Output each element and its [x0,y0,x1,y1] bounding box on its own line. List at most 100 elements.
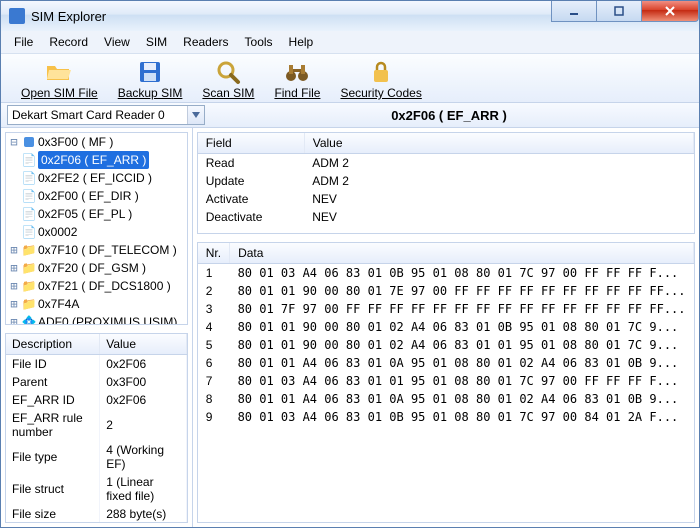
property-row[interactable]: EF_ARR ID0x2F06 [6,391,186,409]
property-value: 1 (Linear fixed file) [100,473,187,505]
tree-df-telecom[interactable]: ⊞📁0x7F10 ( DF_TELECOM ) [6,241,187,259]
folder-icon: 📁 [22,279,36,293]
binoculars-icon [283,59,311,85]
expand-icon[interactable]: ⊞ [8,277,20,295]
record-nr: 6 [198,354,230,372]
property-key: Parent [6,373,100,391]
record-nr: 8 [198,390,230,408]
record-row[interactable]: 880 01 01 A4 06 83 01 0A 95 01 08 80 01 … [198,390,694,408]
record-nr: 1 [198,264,230,283]
props-col-description[interactable]: Description [6,334,100,355]
property-key: File struct [6,473,100,505]
property-value: 0x2F06 [100,391,187,409]
app-icon [9,8,25,24]
property-key: File type [6,441,100,473]
property-row[interactable]: EF_ARR rule number2 [6,409,186,441]
fields-col-value[interactable]: Value [304,133,693,154]
record-row[interactable]: 580 01 01 90 00 80 01 02 A4 06 83 01 01 … [198,336,694,354]
scan-sim-button[interactable]: Scan SIM [192,56,264,102]
maximize-icon [613,5,625,17]
property-row[interactable]: File ID0x2F06 [6,355,186,374]
sim-icon [22,135,36,149]
tree-root[interactable]: ⊟ 0x3F00 ( MF ) [6,133,187,151]
lock-icon [367,59,395,85]
field-key: Read [198,154,305,173]
minimize-button[interactable] [551,1,597,22]
backup-sim-button[interactable]: Backup SIM [108,56,193,102]
tree-df-gsm[interactable]: ⊞📁0x7F20 ( DF_GSM ) [6,259,187,277]
property-row[interactable]: Parent0x3F00 [6,373,186,391]
expand-icon[interactable]: ⊞ [8,259,20,277]
record-row[interactable]: 280 01 01 90 00 80 01 7E 97 00 FF FF FF … [198,282,694,300]
expand-icon[interactable]: ⊞ [8,295,20,313]
app-window: SIM Explorer File Record View SIM Reader… [0,0,700,528]
property-value: 4 (Working EF) [100,441,187,473]
tree-df-dcs1800[interactable]: ⊞📁0x7F21 ( DF_DCS1800 ) [6,277,187,295]
property-key: EF_ARR rule number [6,409,100,441]
field-value: NEV [304,208,693,226]
path-breadcrumb: 0x2F06 ( EF_ARR ) [205,108,693,123]
field-row[interactable]: ActivateNEV [198,190,694,208]
field-value: NEV [304,190,693,208]
toolbar: Open SIM File Backup SIM Scan SIM Find F… [1,54,699,103]
reader-select[interactable]: Dekart Smart Card Reader 0 [7,105,205,125]
props-col-value[interactable]: Value [100,334,187,355]
property-value: 0x2F06 [100,355,187,374]
close-button[interactable] [641,1,699,22]
record-row[interactable]: 180 01 03 A4 06 83 01 0B 95 01 08 80 01 … [198,264,694,283]
record-nr: 5 [198,336,230,354]
record-nr: 9 [198,408,230,426]
find-file-button[interactable]: Find File [264,56,330,102]
menu-help[interactable]: Help [282,33,321,51]
menu-readers[interactable]: Readers [176,33,235,51]
field-row[interactable]: DeactivateNEV [198,208,694,226]
fields-col-field[interactable]: Field [198,133,305,154]
expand-icon[interactable]: ⊞ [8,241,20,259]
folder-icon: 📁 [22,243,36,257]
file-icon: 📄 [22,225,36,239]
menu-tools[interactable]: Tools [238,33,280,51]
folder-open-icon [45,59,73,85]
record-data: 80 01 03 A4 06 83 01 0B 95 01 08 80 01 7… [230,264,694,283]
record-row[interactable]: 380 01 7F 97 00 FF FF FF FF FF FF FF FF … [198,300,694,318]
security-codes-button[interactable]: Security Codes [330,56,431,102]
property-row[interactable]: File size288 byte(s) [6,505,186,523]
record-data: 80 01 01 90 00 80 01 7E 97 00 FF FF FF F… [230,282,694,300]
menu-record[interactable]: Record [42,33,95,51]
records-col-data[interactable]: Data [230,243,694,264]
record-row[interactable]: 780 01 03 A4 06 83 01 01 95 01 08 80 01 … [198,372,694,390]
maximize-button[interactable] [596,1,642,22]
menu-view[interactable]: View [97,33,137,51]
records-col-nr[interactable]: Nr. [198,243,230,264]
chip-icon: 💠 [22,315,36,325]
tree-7f4a[interactable]: ⊞📁0x7F4A [6,295,187,313]
record-data: 80 01 01 90 00 80 01 02 A4 06 83 01 0B 9… [230,318,694,336]
property-row[interactable]: File struct1 (Linear fixed file) [6,473,186,505]
open-sim-file-button[interactable]: Open SIM File [11,56,108,102]
minimize-icon [568,5,580,17]
magnifier-icon [214,59,242,85]
record-data: 80 01 7F 97 00 FF FF FF FF FF FF FF FF F… [230,300,694,318]
field-row[interactable]: ReadADM 2 [198,154,694,173]
record-nr: 2 [198,282,230,300]
property-row[interactable]: File type4 (Working EF) [6,441,186,473]
access-fields-panel: Field Value ReadADM 2UpdateADM 2Activate… [197,132,695,234]
tree-adf0[interactable]: ⊞💠ADF0 (PROXIMUS USIM) [6,313,187,325]
collapse-icon[interactable]: ⊟ [8,133,20,151]
field-value: ADM 2 [304,172,693,190]
record-row[interactable]: 480 01 01 90 00 80 01 02 A4 06 83 01 0B … [198,318,694,336]
menu-file[interactable]: File [7,33,40,51]
tree-ef-pl[interactable]: 📄0x2F05 ( EF_PL ) [6,205,187,223]
menu-sim[interactable]: SIM [139,33,174,51]
tree-0002[interactable]: 📄0x0002 [6,223,187,241]
file-tree[interactable]: ⊟ 0x3F00 ( MF ) 📄0x2F06 ( EF_ARR ) 📄0x2F… [5,132,188,325]
tree-ef-dir[interactable]: 📄0x2F00 ( EF_DIR ) [6,187,187,205]
tree-ef-arr[interactable]: 📄0x2F06 ( EF_ARR ) [6,151,187,169]
record-data: 80 01 01 A4 06 83 01 0A 95 01 08 80 01 0… [230,354,694,372]
tree-ef-iccid[interactable]: 📄0x2FE2 ( EF_ICCID ) [6,169,187,187]
expand-icon[interactable]: ⊞ [8,313,20,325]
record-row[interactable]: 980 01 03 A4 06 83 01 0B 95 01 08 80 01 … [198,408,694,426]
field-row[interactable]: UpdateADM 2 [198,172,694,190]
record-row[interactable]: 680 01 01 A4 06 83 01 0A 95 01 08 80 01 … [198,354,694,372]
property-value: 288 byte(s) [100,505,187,523]
